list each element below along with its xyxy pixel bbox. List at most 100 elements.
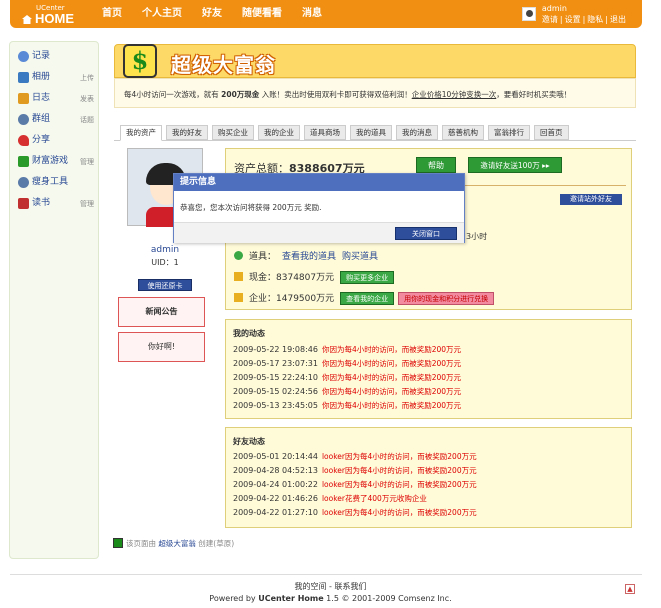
back-to-top-icon[interactable]: ▲ (625, 584, 635, 594)
exchange-button[interactable]: 用你的现金和积分进行兑换 (398, 292, 495, 305)
nav-friends[interactable]: 好友 (202, 0, 222, 28)
sidebar-item-label[interactable]: 财富游戏 (32, 155, 68, 168)
footer-divider (10, 574, 642, 575)
profile-username[interactable]: admin (127, 245, 203, 255)
tab-my-friends[interactable]: 我的好友 (166, 125, 208, 140)
sidebar: 记录 相册 上传 日志 发表 群组 话题 分享 财富游戏 管理 瘦身工具 读书 … (9, 41, 99, 559)
separator: | (559, 15, 563, 24)
link-settings[interactable]: 设置 (565, 15, 581, 24)
sidebar-item-share[interactable]: 分享 (16, 134, 98, 148)
footer-links[interactable]: 我的空间 - 联系我们 (0, 581, 661, 592)
album-icon (18, 72, 29, 83)
header-username[interactable]: admin (542, 3, 628, 14)
sidebar-item-action[interactable]: 话题 (80, 115, 94, 126)
activity-time: 2009-05-15 02:24:56 (233, 387, 318, 396)
list-item: 2009-04-28 04:52:13 looker因为每4小时的访问，而被奖励2… (233, 465, 477, 476)
activity-msg: looker因为每4小时的访问，而被奖励200万元 (321, 480, 477, 489)
activity-time: 2009-05-01 20:14:44 (233, 452, 318, 461)
cash-row: 现金：8374807万元 购买更多企业 (234, 271, 395, 285)
props-row: 道具： 查看我的道具 购买道具 (234, 250, 378, 264)
avatar-icon[interactable] (521, 7, 536, 21)
book-icon (18, 198, 29, 209)
sidebar-item-action[interactable]: 上传 (80, 73, 94, 84)
sidebar-item-label[interactable]: 瘦身工具 (32, 176, 68, 189)
tab-my-company[interactable]: 我的企业 (258, 125, 300, 140)
site-logo[interactable]: UCenter HOME (22, 4, 74, 26)
separator: | (605, 15, 608, 24)
desc-text: 每4小时访问一次游戏，就有 (124, 90, 222, 99)
blog-icon (18, 93, 29, 104)
corp-row: 企业：1479500万元 查看我的企业 用你的现金和积分进行兑换 (234, 292, 495, 306)
activity-time: 2009-05-17 23:07:31 (233, 359, 318, 368)
sidebar-item-label[interactable]: 记录 (32, 50, 50, 63)
tab-my-assets[interactable]: 我的资产 (120, 125, 162, 141)
tab-my-messages[interactable]: 我的消息 (396, 125, 438, 140)
activity-msg: 你因为每4小时的访问，而被奖励200万元 (321, 359, 462, 368)
friend-activity-title: 好友动态 (233, 437, 265, 446)
link-logout[interactable]: 退出 (610, 15, 626, 24)
invite-friends-button[interactable]: 邀请好友送100万 ▸▸ (468, 157, 562, 173)
close-window-button[interactable]: 关闭窗口 (395, 227, 457, 240)
invite-external-button[interactable]: 邀请站外好友 (560, 194, 622, 205)
sidebar-item-blog[interactable]: 日志 发表 (16, 92, 98, 106)
page-source: 该页面由 超级大富翁 创建(草原) (113, 538, 234, 549)
use-restore-card-button[interactable]: 使用还原卡 (138, 279, 192, 291)
activity-time: 2009-04-22 01:46:26 (233, 494, 318, 503)
sidebar-item-action[interactable]: 管理 (80, 157, 94, 168)
sidebar-item-group[interactable]: 群组 话题 (16, 113, 98, 127)
sidebar-item-action[interactable]: 发表 (80, 94, 94, 105)
tab-charity[interactable]: 慈善机构 (442, 125, 484, 140)
slim-tool-icon (18, 177, 29, 188)
corp-icon (234, 293, 243, 302)
help-button[interactable]: 帮助 (416, 157, 456, 173)
nav-explore[interactable]: 随便看看 (242, 0, 282, 28)
tab-prop-store[interactable]: 道具商场 (304, 125, 346, 140)
powered-brand[interactable]: UCenter Home (258, 594, 323, 603)
sidebar-item-label[interactable]: 群组 (32, 113, 50, 126)
dialog-title[interactable]: 提示信息 (174, 174, 464, 191)
list-item: 2009-05-01 20:14:44 looker因为每4小时的访问，而被奖励2… (233, 451, 477, 462)
sidebar-item-label[interactable]: 读书 (32, 197, 50, 210)
activity-time: 2009-05-15 22:24:10 (233, 373, 318, 382)
sidebar-item-record[interactable]: 记录 (16, 50, 98, 64)
list-item: 2009-04-24 01:00:22 looker因为每4小时的访问，而被奖励2… (233, 479, 477, 490)
nav-profile[interactable]: 个人主页 (142, 0, 182, 28)
buy-props-link[interactable]: 购买道具 (342, 252, 378, 262)
list-item: 2009-04-22 01:46:26 looker花费了400万元收购企业 (233, 493, 427, 504)
sidebar-item-slim-tool[interactable]: 瘦身工具 (16, 176, 98, 190)
tab-ranking[interactable]: 富翁排行 (488, 125, 530, 140)
dollar-logo-icon: $ (123, 44, 157, 78)
sidebar-item-money-game[interactable]: 财富游戏 管理 (16, 155, 98, 169)
tab-my-props[interactable]: 我的道具 (350, 125, 392, 140)
tab-home[interactable]: 回首页 (534, 125, 569, 140)
list-item: 2009-05-15 22:24:10 你因为每4小时的访问，而被奖励200万元 (233, 372, 461, 383)
source-app-link[interactable]: 超级大富翁 (158, 539, 196, 548)
view-props-link[interactable]: 查看我的道具 (282, 252, 336, 262)
nav-home[interactable]: 首页 (102, 0, 122, 28)
sidebar-item-action[interactable]: 管理 (80, 199, 94, 210)
desc-link[interactable]: 企业价格10分钟变换一次 (412, 90, 497, 99)
tab-buy-company[interactable]: 购买企业 (212, 125, 254, 140)
app-title: 超级大富翁 (171, 53, 276, 77)
link-invite[interactable]: 邀请 (542, 15, 558, 24)
corp-value: 1479500万元 (276, 294, 335, 304)
nav-messages[interactable]: 消息 (302, 0, 322, 28)
my-activity-panel: 我的动态 2009-05-22 19:08:46 你因为每4小时的访问，而被奖励2… (225, 319, 632, 419)
corp-label: 企业： (249, 294, 277, 304)
sidebar-item-label[interactable]: 相册 (32, 71, 50, 84)
sidebar-item-label[interactable]: 日志 (32, 92, 50, 105)
money-game-icon (18, 156, 29, 167)
link-privacy[interactable]: 隐私 (587, 15, 603, 24)
sidebar-item-album[interactable]: 相册 上传 (16, 71, 98, 85)
buy-more-company-button[interactable]: 购买更多企业 (340, 271, 395, 284)
list-item: 2009-05-17 23:07:31 你因为每4小时的访问，而被奖励200万元 (233, 358, 461, 369)
app-small-icon (113, 538, 123, 548)
cash-value: 8374807万元 (276, 273, 335, 283)
sidebar-item-label[interactable]: 分享 (32, 134, 50, 147)
tab-bar: 我的资产 我的好友 购买企业 我的企业 道具商场 我的道具 我的消息 慈善机构 … (120, 125, 573, 141)
view-my-company-button[interactable]: 查看我的企业 (340, 292, 395, 305)
dialog-footer: 关闭窗口 (174, 222, 464, 243)
props-icon (234, 251, 243, 260)
sidebar-item-book[interactable]: 读书 管理 (16, 197, 98, 211)
activity-msg: 你因为每4小时的访问，而被奖励200万元 (321, 387, 462, 396)
